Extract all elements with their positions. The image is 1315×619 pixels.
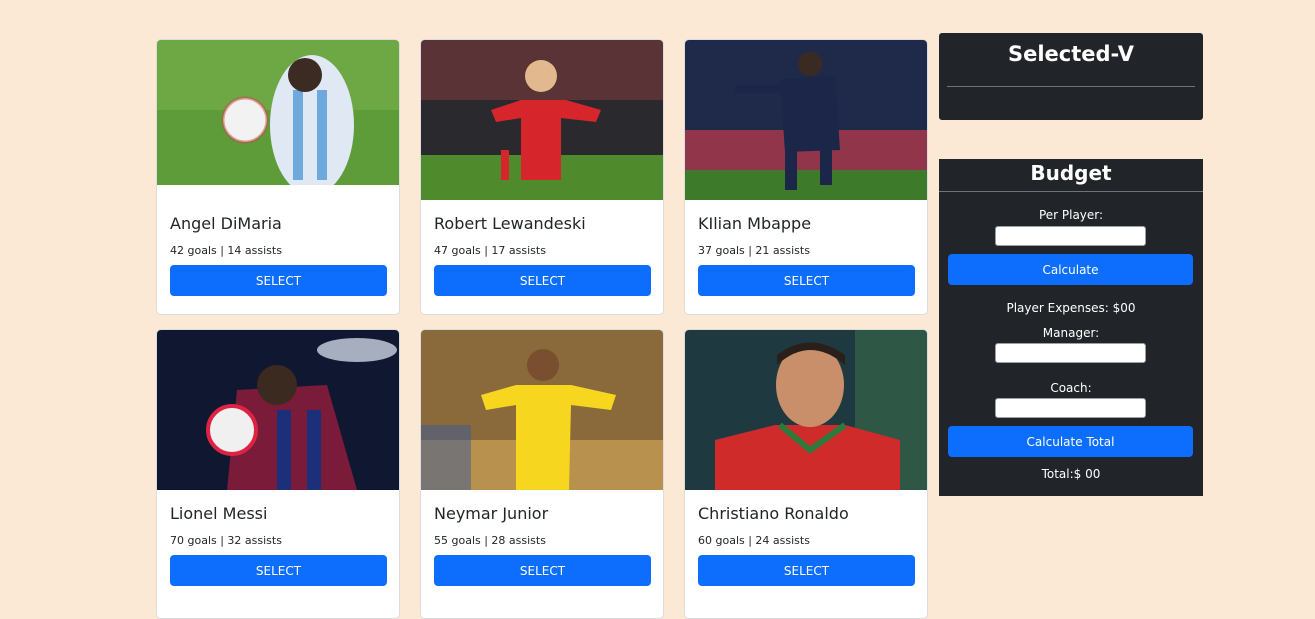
player-photo-image — [421, 40, 663, 200]
player-stats: 55 goals | 28 assists — [434, 534, 546, 547]
player-card: Lionel Messi 70 goals | 32 assists SELEC… — [156, 329, 400, 619]
player-name: Robert Lewandeski — [434, 214, 586, 233]
player-photo-image — [421, 330, 663, 490]
player-card: Christiano Ronaldo 60 goals | 24 assists… — [684, 329, 928, 619]
player-photo — [157, 40, 399, 200]
player-photo-image — [685, 330, 927, 490]
player-stats: 60 goals | 24 assists — [698, 534, 810, 547]
player-stats: 47 goals | 17 assists — [434, 244, 546, 257]
player-stats: 42 goals | 14 assists — [170, 244, 282, 257]
player-photo — [421, 40, 663, 200]
player-photo-image — [157, 330, 399, 490]
player-stats: 70 goals | 32 assists — [170, 534, 282, 547]
player-name: KIlian Mbappe — [698, 214, 812, 233]
select-button[interactable]: SELECT — [170, 555, 387, 586]
per-player-input[interactable] — [995, 226, 1146, 246]
manager-input[interactable] — [995, 343, 1146, 363]
player-name: Lionel Messi — [170, 504, 268, 523]
divider — [939, 191, 1203, 192]
player-expenses: Player Expenses: $00 — [1006, 301, 1136, 315]
budget-title: Budget — [1030, 161, 1112, 185]
player-card: Robert Lewandeski 47 goals | 17 assists … — [420, 39, 664, 315]
player-card: KIlian Mbappe 37 goals | 21 assists SELE… — [684, 39, 928, 315]
select-button[interactable]: SELECT — [434, 555, 651, 586]
per-player-label: Per Player: — [1038, 208, 1104, 222]
player-card: Angel DiMaria 42 goals | 14 assists SELE… — [156, 39, 400, 315]
player-photo — [157, 330, 399, 490]
budget-panel: Budget Per Player: Calculate Player Expe… — [939, 159, 1203, 496]
selected-title: Selected-V — [1007, 42, 1134, 66]
player-stats: 37 goals | 21 assists — [698, 244, 810, 257]
player-photo-image — [685, 40, 927, 200]
calculate-total-button[interactable]: Calculate Total — [948, 426, 1193, 457]
divider — [947, 86, 1195, 87]
select-button[interactable]: SELECT — [434, 265, 651, 296]
player-photo-image — [157, 40, 399, 200]
player-name: Neymar Junior — [434, 504, 549, 523]
coach-input[interactable] — [995, 398, 1146, 418]
select-button[interactable]: SELECT — [698, 265, 915, 296]
player-name: Christiano Ronaldo — [698, 504, 849, 523]
select-button[interactable]: SELECT — [170, 265, 387, 296]
player-card: Neymar Junior 55 goals | 28 assists SELE… — [420, 329, 664, 619]
player-name: Angel DiMaria — [170, 214, 282, 233]
total-value: Total:$ 00 — [1041, 467, 1101, 481]
calculate-button[interactable]: Calculate — [948, 254, 1193, 285]
select-button[interactable]: SELECT — [698, 555, 915, 586]
player-photo — [685, 40, 927, 200]
coach-label: Coach: — [1050, 381, 1092, 395]
player-photo — [421, 330, 663, 490]
selected-panel: Selected-V — [939, 33, 1203, 120]
player-photo — [685, 330, 927, 490]
manager-label: Manager: — [1042, 326, 1100, 340]
